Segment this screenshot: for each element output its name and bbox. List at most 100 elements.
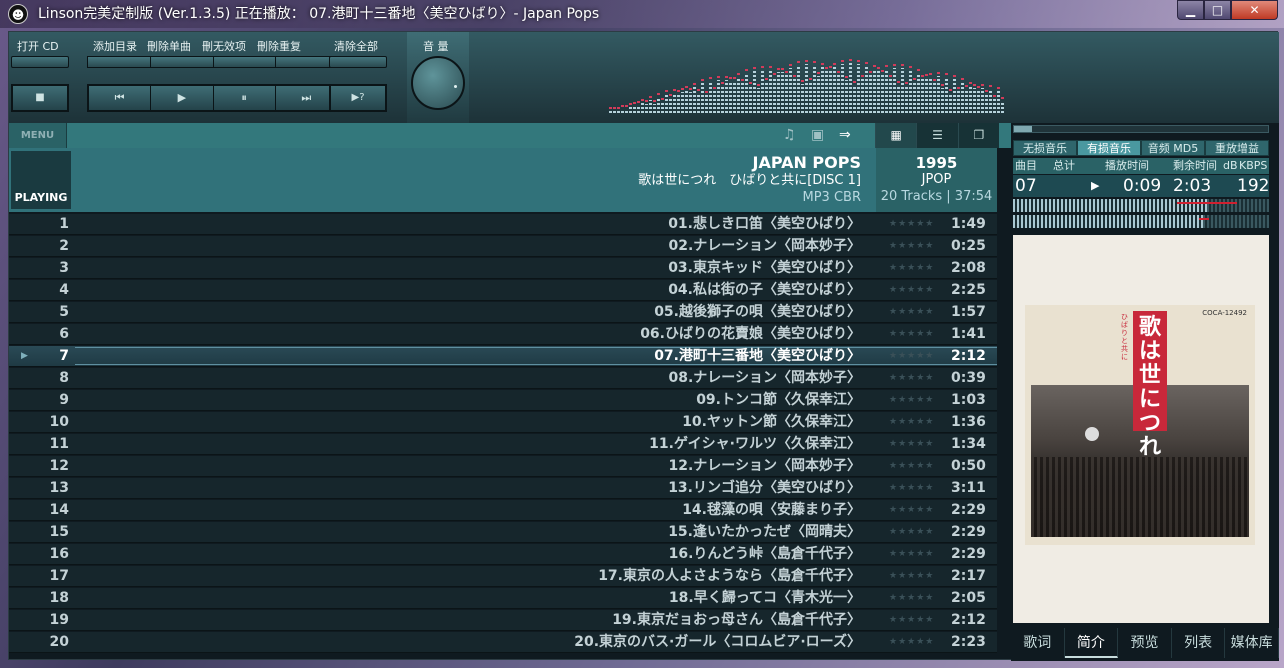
rating-stars[interactable]: ★★★★★: [889, 522, 934, 543]
close-button[interactable]: ✕: [1231, 0, 1278, 20]
play-button[interactable]: ▶: [151, 86, 214, 110]
bottom-tab[interactable]: 媒体库: [1225, 628, 1279, 658]
track-row[interactable]: 5 05.越後獅子の唄〈美空ひばり〉 ★★★★★ 1:57: [9, 302, 997, 323]
grid-view-icon[interactable]: ▦: [875, 123, 917, 148]
rating-stars[interactable]: ★★★★★: [889, 324, 934, 345]
volume-knob[interactable]: [411, 56, 465, 110]
track-row[interactable]: 13 13.リンゴ追分〈美空ひばり〉 ★★★★★ 3:11: [9, 478, 997, 499]
app-logo-icon[interactable]: ☻: [8, 4, 28, 24]
spectrum-bar: [745, 73, 748, 113]
bottom-tab[interactable]: 简介: [1064, 628, 1119, 658]
clear-all-label[interactable]: 清除全部: [334, 38, 378, 54]
track-number: 3: [59, 260, 69, 276]
rating-stars[interactable]: ★★★★★: [889, 412, 934, 433]
spectrum-bar: [769, 70, 772, 113]
rating-stars[interactable]: ★★★★★: [889, 214, 934, 235]
track-row[interactable]: 6 06.ひばりの花賣娘〈美空ひばり〉 ★★★★★ 1:41: [9, 324, 997, 345]
track-row[interactable]: 3 03.東京キッド〈美空ひばり〉 ★★★★★ 2:08: [9, 258, 997, 279]
rating-stars[interactable]: ★★★★★: [889, 610, 934, 631]
rating-stars[interactable]: ★★★★★: [889, 302, 934, 323]
audio-type-tab[interactable]: 音频 MD5: [1141, 140, 1205, 156]
rating-stars[interactable]: ★★★★★: [889, 456, 934, 477]
spectrum-bar: [869, 75, 872, 113]
track-row[interactable]: ▶ 7 07.港町十三番地〈美空ひばり〉 ★★★★★ 2:12: [9, 346, 997, 367]
track-row[interactable]: 10 10.ヤットン節〈久保幸江〉 ★★★★★ 1:36: [9, 412, 997, 433]
track-row[interactable]: 11 11.ゲイシャ·ワルツ〈久保幸江〉 ★★★★★ 1:34: [9, 434, 997, 455]
track-row[interactable]: 9 09.トンコ節〈久保幸江〉 ★★★★★ 1:03: [9, 390, 997, 411]
spectrum-bar: [717, 80, 720, 113]
del-dup-label[interactable]: 刪除重复: [257, 38, 301, 54]
track-row[interactable]: 8 08.ナレーション〈岡本妙子〉 ★★★★★ 0:39: [9, 368, 997, 389]
rating-stars[interactable]: ★★★★★: [889, 478, 934, 499]
track-number: 16: [49, 546, 69, 562]
track-row[interactable]: 2 02.ナレーション〈岡本妙子〉 ★★★★★ 0:25: [9, 236, 997, 257]
rating-stars[interactable]: ★★★★★: [889, 434, 934, 455]
spectrum-peak: [929, 73, 932, 75]
track-row[interactable]: 1 01.悲しき口笛〈美空ひばり〉 ★★★★★ 1:49: [9, 214, 997, 235]
list-view-icon[interactable]: ☰: [916, 123, 957, 148]
next-button[interactable]: ⏭: [275, 86, 337, 110]
window-view-icon[interactable]: ❐: [957, 123, 999, 148]
menu-button[interactable]: MENU: [9, 123, 67, 148]
track-row[interactable]: 12 12.ナレーション〈岡本妙子〉 ★★★★★ 0:50: [9, 456, 997, 477]
rating-stars[interactable]: ★★★★★: [889, 346, 934, 367]
audio-type-tab[interactable]: 无损音乐: [1013, 140, 1077, 156]
rating-stars[interactable]: ★★★★★: [889, 368, 934, 389]
track-row[interactable]: 14 14.毬藻の唄〈安藤まり子〉 ★★★★★ 2:29: [9, 500, 997, 521]
spectrum-peak: [705, 91, 708, 93]
prev-button[interactable]: ⏮: [89, 86, 152, 110]
spectrum-peak: [889, 75, 892, 77]
track-row[interactable]: 20 20.東京のバス·ガール〈コロムビア·ローズ〉 ★★★★★ 2:23: [9, 632, 997, 653]
order-arrow-icon[interactable]: ⇒: [839, 123, 851, 148]
rating-stars[interactable]: ★★★★★: [889, 280, 934, 301]
open-cd-slot[interactable]: [11, 56, 69, 68]
audio-type-tab[interactable]: 重放增益: [1205, 140, 1269, 156]
del-invalid-slot[interactable]: [213, 57, 277, 67]
bottom-tab[interactable]: 预览: [1118, 628, 1172, 658]
del-single-slot[interactable]: [150, 57, 214, 67]
del-invalid-label[interactable]: 刪无效项: [202, 38, 246, 54]
rating-stars[interactable]: ★★★★★: [889, 236, 934, 257]
music-note-icon[interactable]: ♫: [783, 123, 796, 148]
stop-button[interactable]: ■: [11, 84, 69, 112]
track-number: 20: [49, 634, 69, 650]
minimize-button[interactable]: ▁: [1177, 0, 1204, 20]
seek-bar[interactable]: [1013, 125, 1269, 133]
rating-stars[interactable]: ★★★★★: [889, 588, 934, 609]
album-track-info: 20 Tracks | 37:54: [880, 189, 993, 204]
track-row[interactable]: 19 19.東京だョおっ母さん〈島倉千代子〉 ★★★★★ 2:12: [9, 610, 997, 631]
track-row[interactable]: 4 04.私は街の子〈美空ひばり〉 ★★★★★ 2:25: [9, 280, 997, 301]
bottom-tab[interactable]: 列表: [1172, 628, 1226, 658]
rating-stars[interactable]: ★★★★★: [889, 544, 934, 565]
track-title: 08.ナレーション〈岡本妙子〉: [668, 370, 861, 386]
track-row[interactable]: 15 15.逢いたかったぜ〈岡晴夫〉 ★★★★★ 2:29: [9, 522, 997, 543]
track-row[interactable]: 17 17.東京の人よさようなら〈島倉千代子〉 ★★★★★ 2:17: [9, 566, 997, 587]
playlist-toolbar: MENU ♫ ▣ ⇒ ▦ ☰ ❐: [9, 123, 1011, 148]
bottom-tab[interactable]: 歌词: [1011, 628, 1065, 658]
pause-button[interactable]: ⏸: [213, 86, 276, 110]
spectrum-peak: [817, 72, 820, 74]
spectrum-bar: [957, 91, 960, 113]
track-row[interactable]: 16 16.りんどう峠〈島倉千代子〉 ★★★★★ 2:29: [9, 544, 997, 565]
volume-panel: 音 量: [407, 32, 469, 123]
track-title: 14.毬藻の唄〈安藤まり子〉: [682, 502, 861, 518]
spectrum-peak: [773, 73, 776, 75]
clear-all-slot[interactable]: [329, 56, 387, 68]
unknown-play-button[interactable]: ▶?: [329, 84, 387, 112]
rating-stars[interactable]: ★★★★★: [889, 566, 934, 587]
add-dir-slot[interactable]: [88, 57, 151, 67]
spectrum-bar: [961, 82, 964, 113]
rating-stars[interactable]: ★★★★★: [889, 258, 934, 279]
del-single-label[interactable]: 刪除单曲: [147, 38, 191, 54]
track-row[interactable]: 18 18.早く歸ってコ〈青木光一〉 ★★★★★ 2:05: [9, 588, 997, 609]
rating-stars[interactable]: ★★★★★: [889, 632, 934, 653]
maximize-button[interactable]: □: [1204, 0, 1231, 20]
cover-title: 歌は世につれ: [1133, 311, 1167, 459]
add-dir-label[interactable]: 添加目录: [93, 38, 137, 54]
rating-stars[interactable]: ★★★★★: [889, 390, 934, 411]
spectrum-bar: [777, 72, 780, 113]
rating-stars[interactable]: ★★★★★: [889, 500, 934, 521]
play-mode-icon[interactable]: ▣: [811, 123, 824, 148]
audio-type-tab[interactable]: 有损音乐: [1077, 140, 1141, 156]
album-year: 1995: [915, 154, 958, 172]
